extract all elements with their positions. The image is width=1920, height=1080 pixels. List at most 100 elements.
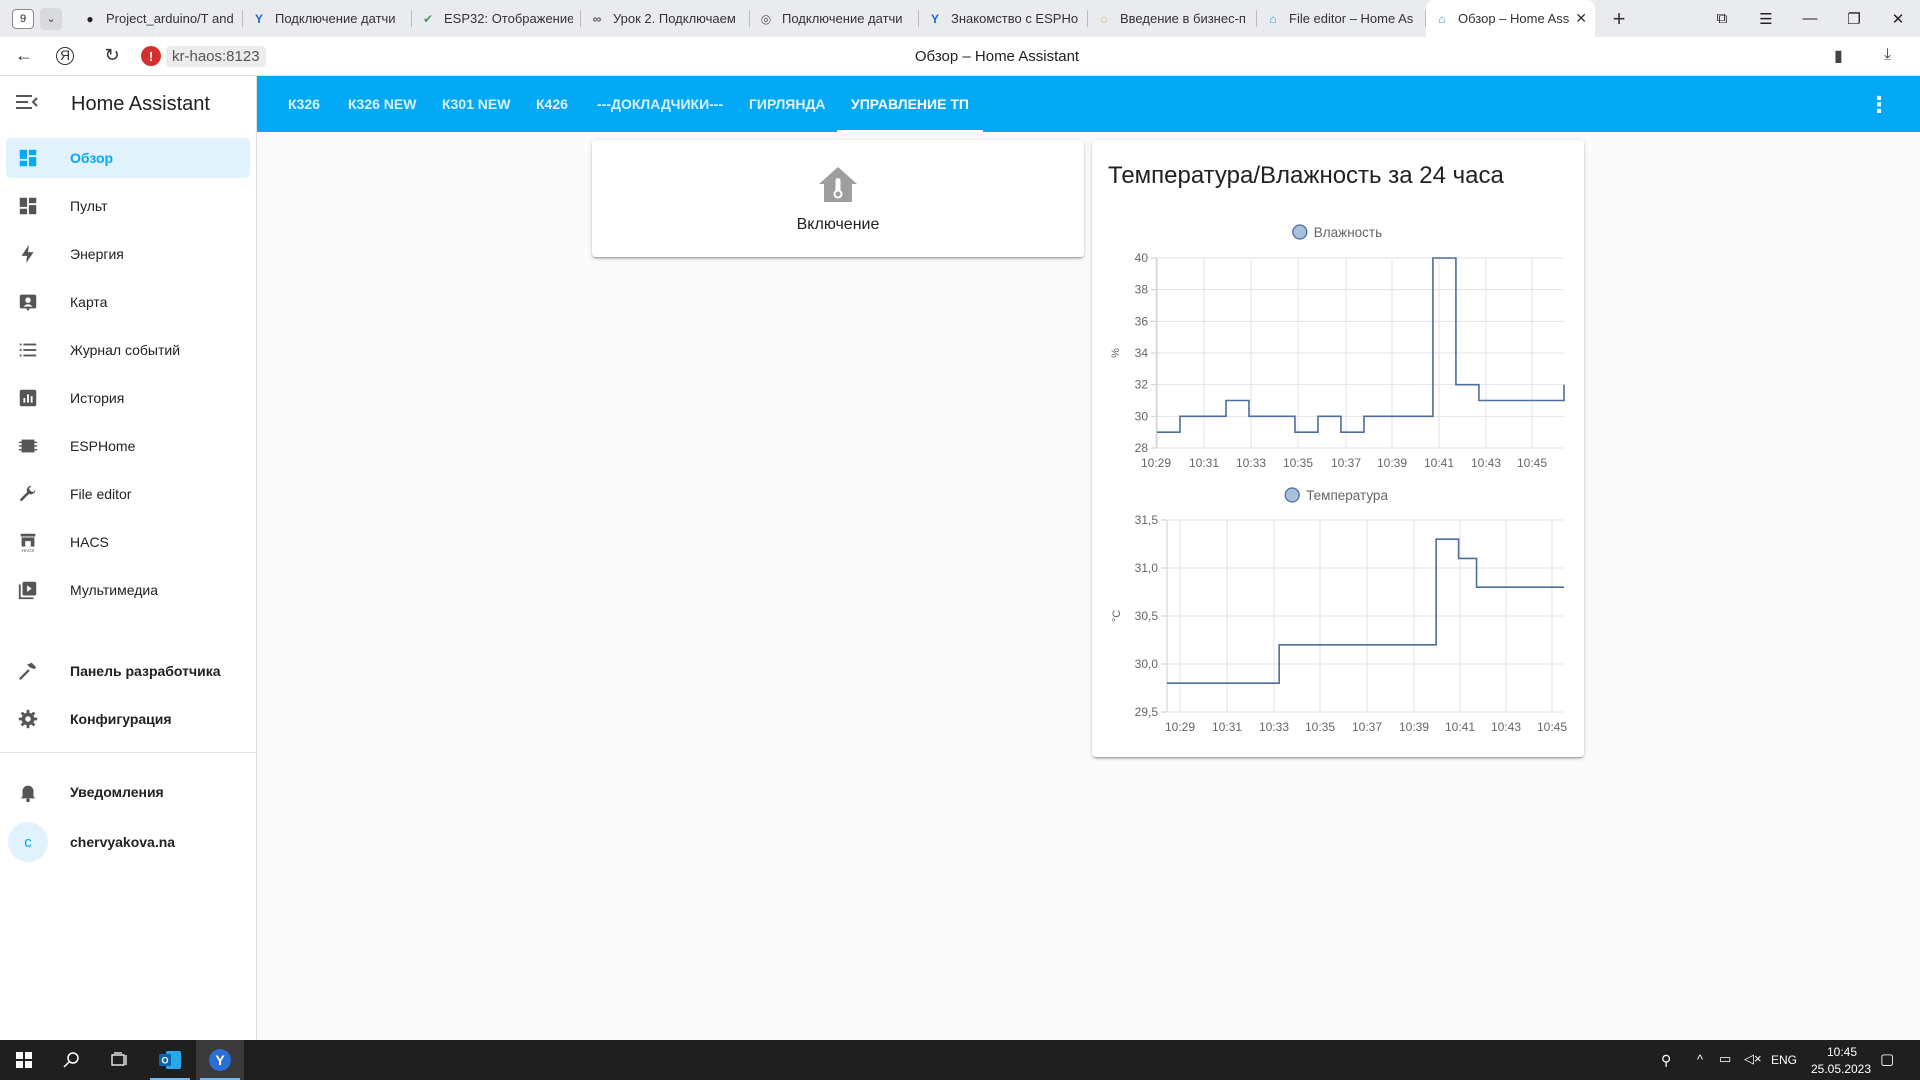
restore-icon[interactable]: ❐: [1832, 10, 1876, 28]
browser-tab[interactable]: ∞ Урок 2. Подключаем: [581, 0, 750, 37]
sidebar-item-label: Пульт: [70, 198, 108, 214]
window-controls: ⧉ ☰ — ❐ ✕: [1700, 0, 1920, 37]
dashboard-icon: [16, 146, 40, 170]
github-icon: ●: [86, 11, 94, 26]
minimize-icon[interactable]: —: [1788, 10, 1832, 27]
sidebar-item-media-play[interactable]: Мультимедиа: [6, 570, 250, 610]
infinity-icon: ∞: [592, 11, 602, 26]
collections-icon[interactable]: ⧉: [1700, 10, 1744, 27]
outlook-icon[interactable]: O: [146, 1040, 194, 1080]
page-icon: ◎: [760, 11, 772, 26]
browser-tab-title: Project_arduino/T and: [106, 11, 234, 26]
svg-text:Y: Y: [215, 1052, 225, 1068]
browser-menu-icon[interactable]: ☰: [1744, 10, 1788, 28]
sidebar-item-developer[interactable]: Панель разработчика: [6, 651, 250, 691]
notification-center-icon[interactable]: ▢: [1880, 1050, 1894, 1068]
sidebar-item-hacs[interactable]: HACS HACS: [6, 522, 250, 562]
more-vertical-icon[interactable]: ⋮: [1868, 92, 1890, 118]
network-icon[interactable]: ▭: [1719, 1051, 1731, 1067]
yandex-y-icon: Y: [254, 11, 263, 26]
x-tick-label: 10:41: [1445, 720, 1475, 734]
dashboard-outline-icon: [16, 194, 40, 218]
tray-chevron-up-icon[interactable]: ^: [1697, 1052, 1703, 1067]
close-tab-icon[interactable]: ✕: [1575, 10, 1587, 27]
browser-tab-title: Урок 2. Подключаем: [613, 11, 736, 26]
new-tab-button[interactable]: +: [1605, 6, 1633, 32]
button-card[interactable]: Включение: [592, 140, 1084, 257]
sidebar-item-notifications[interactable]: Уведомления: [6, 772, 250, 812]
list-icon: [16, 338, 40, 362]
view-tab[interactable]: К326: [288, 76, 320, 132]
sidebar-item-map-account[interactable]: Карта: [6, 282, 250, 322]
x-tick-label: 10:37: [1352, 720, 1382, 734]
sidebar-item-list[interactable]: Журнал событий: [6, 330, 250, 370]
sidebar-item-user[interactable]: c chervyakova.na: [6, 820, 250, 864]
sidebar-item-label: chervyakova.na: [70, 834, 176, 850]
chevron-down-icon[interactable]: ⌄: [40, 7, 62, 30]
browser-tab[interactable]: ● Project_arduino/T and: [74, 0, 243, 37]
x-tick-label: 10:45: [1517, 456, 1547, 470]
leaf-icon: ✔: [422, 11, 434, 26]
menu-collapse-icon[interactable]: [16, 93, 38, 116]
y-tick-label: 36: [1135, 314, 1149, 328]
sidebar-item-chart-box[interactable]: История: [6, 378, 250, 418]
map-account-icon: [16, 290, 40, 314]
view-tab[interactable]: УПРАВЛЕНИЕ ТП: [837, 76, 983, 132]
sidebar-item-lightning[interactable]: Энергия: [6, 234, 250, 274]
sidebar-item-config[interactable]: Конфигурация: [6, 699, 250, 739]
sidebar-item-dashboard-outline[interactable]: Пульт: [6, 186, 250, 226]
language-indicator[interactable]: ENG: [1771, 1053, 1797, 1067]
legend-label: Температура: [1306, 488, 1388, 503]
browser-tab[interactable]: Y Знакомство с ESPHo: [919, 0, 1088, 37]
windows-taskbar: O Y ⚲ ^ ▭ ◁× ENG 10:45 25.05.2023 ▢: [0, 1040, 1920, 1080]
browser-tab[interactable]: ✔ ESP32: Отображение: [412, 0, 581, 37]
windows-start-icon[interactable]: [0, 1040, 48, 1080]
browser-tab[interactable]: ⌂ Обзор – Home Ass ✕: [1426, 0, 1595, 37]
browser-tab[interactable]: Y Подключение датчи: [243, 0, 412, 37]
task-view-icon[interactable]: [96, 1040, 144, 1080]
close-window-icon[interactable]: ✕: [1876, 10, 1920, 28]
clock-time[interactable]: 10:45: [1820, 1045, 1864, 1059]
view-tab[interactable]: К301 NEW: [442, 76, 510, 132]
browser-tab[interactable]: ◎ Подключение датчи: [750, 0, 919, 37]
people-icon[interactable]: ⚲: [1661, 1052, 1671, 1069]
sidebar-item-label: File editor: [70, 486, 132, 502]
view-tab[interactable]: К326 NEW: [348, 76, 416, 132]
view-tab[interactable]: К426: [536, 76, 568, 132]
volume-muted-icon[interactable]: ◁×: [1744, 1051, 1762, 1067]
tab-counter[interactable]: 9: [12, 8, 34, 29]
browser-tab[interactable]: ◌ Введение в бизнес-п: [1088, 0, 1257, 37]
sidebar-item-wrench[interactable]: File editor: [6, 474, 250, 514]
hacs-icon: HACS: [16, 530, 40, 554]
history-graph-card: Температура/Влажность за 24 часа Влажнос…: [1092, 140, 1584, 757]
sidebar-item-label: ESPHome: [70, 438, 136, 454]
x-tick-label: 10:35: [1305, 720, 1335, 734]
yandex-browser-icon[interactable]: Y: [196, 1040, 244, 1080]
y-tick-label: 30: [1135, 409, 1149, 423]
sidebar-item-label: Панель разработчика: [70, 663, 221, 679]
search-icon[interactable]: [48, 1040, 96, 1080]
y-tick-label: 32: [1135, 378, 1149, 392]
x-tick-label: 10:37: [1331, 456, 1361, 470]
yandex-y-icon: Y: [930, 11, 939, 26]
sidebar-item-dashboard[interactable]: Обзор: [6, 138, 250, 178]
browser-tab-title: Введение в бизнес-п: [1120, 11, 1246, 26]
download-icon[interactable]: ⤓: [1884, 46, 1891, 64]
browser-tab[interactable]: ⌂ File editor – Home As: [1257, 0, 1426, 37]
sidebar-title: Home Assistant: [71, 92, 210, 115]
view-tab-bar: К326 К326 NEW К301 NEW К426 ---ДОКЛАДЧИКИ---…: [257, 76, 1920, 132]
view-tab[interactable]: ---ДОКЛАДЧИКИ---: [597, 76, 723, 132]
view-tab[interactable]: ГИРЛЯНДА: [749, 76, 826, 132]
y-tick-label: 31,0: [1135, 561, 1159, 575]
browser-tab-title: Подключение датчи: [782, 11, 903, 26]
x-tick-label: 10:43: [1491, 720, 1521, 734]
sidebar-item-label: История: [70, 390, 125, 406]
clock-date[interactable]: 25.05.2023: [1806, 1062, 1876, 1076]
x-tick-label: 10:31: [1189, 456, 1219, 470]
bookmark-icon[interactable]: ▮: [1834, 46, 1843, 66]
color-ring-icon: ◌: [1100, 11, 1108, 26]
x-tick-label: 10:39: [1377, 456, 1407, 470]
lightning-icon: [16, 242, 40, 266]
x-tick-label: 10:43: [1471, 456, 1501, 470]
sidebar-item-chip[interactable]: ESPHome: [6, 426, 250, 466]
